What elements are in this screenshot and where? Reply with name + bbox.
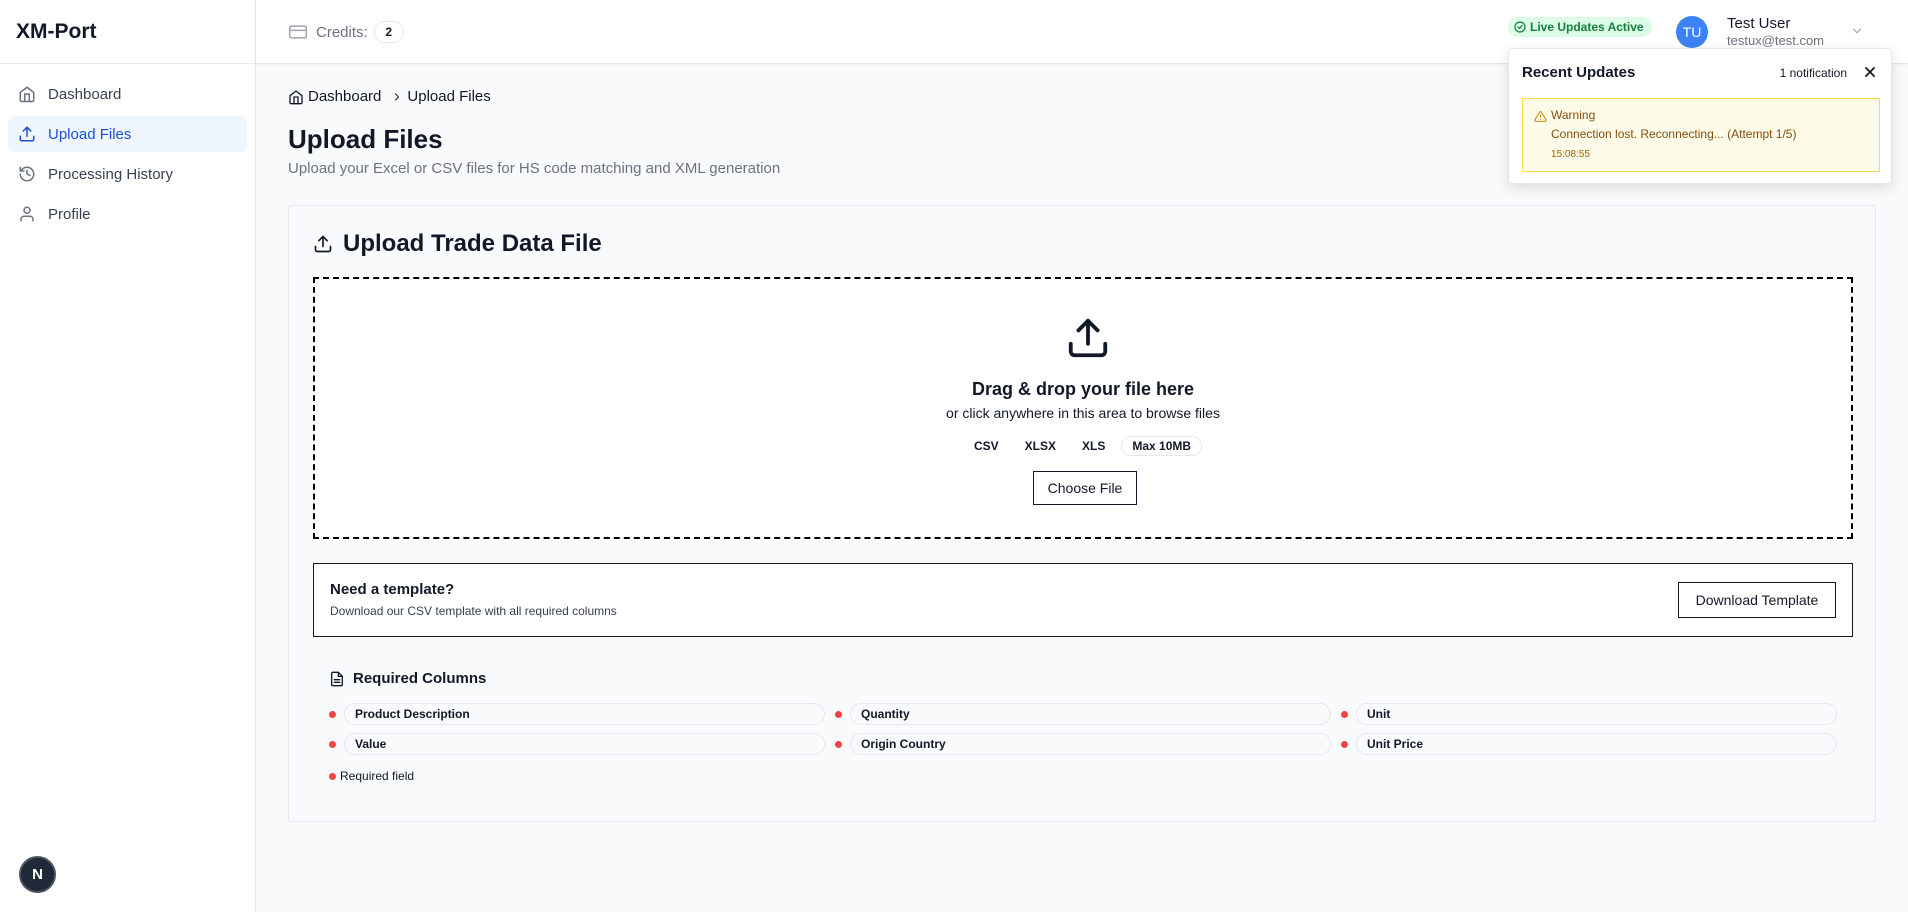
required-column-pill: Unit Price xyxy=(1356,733,1837,755)
sidebar: XM-Port Dashboard Upload Files Processin… xyxy=(0,0,256,912)
notification-message: Connection lost. Reconnecting... (Attemp… xyxy=(1551,127,1797,141)
user-menu[interactable]: Test User testux@test.com xyxy=(1727,15,1824,49)
upload-icon xyxy=(313,234,333,254)
required-column-pill: Product Description xyxy=(344,703,825,725)
credit-card-icon xyxy=(288,22,308,42)
required-dot xyxy=(835,740,842,748)
notification-item-warning[interactable]: Warning Connection lost. Reconnecting...… xyxy=(1522,98,1880,172)
dropzone-subtitle: or click anywhere in this area to browse… xyxy=(946,405,1220,421)
user-icon xyxy=(18,205,36,223)
live-updates-badge: Live Updates Active xyxy=(1508,17,1652,37)
check-circle-icon xyxy=(1514,21,1526,33)
required-dot xyxy=(329,740,336,748)
notifications-panel: Recent Updates 1 notification Warning Co… xyxy=(1508,48,1892,184)
sidebar-item-label: Upload Files xyxy=(48,125,132,143)
required-column-item: Value xyxy=(329,732,825,756)
chevron-down-icon[interactable] xyxy=(1850,24,1864,38)
required-column-item: Unit Price xyxy=(1341,732,1837,756)
credits-display: Credits: 2 xyxy=(288,21,404,43)
warning-icon xyxy=(1534,110,1547,123)
required-columns-list: Product Description Quantity Unit Value … xyxy=(329,702,1837,756)
notifications-title: Recent Updates xyxy=(1522,64,1636,81)
notification-time: 15:08:55 xyxy=(1551,149,1590,160)
required-column-pill: Unit xyxy=(1356,703,1837,725)
template-section: Need a template? Download our CSV templa… xyxy=(313,563,1853,637)
required-column-pill: Origin Country xyxy=(850,733,1331,755)
required-column-item: Origin Country xyxy=(835,732,1331,756)
sidebar-item-profile[interactable]: Profile xyxy=(8,196,247,232)
download-template-button[interactable]: Download Template xyxy=(1678,582,1836,618)
sidebar-item-dashboard[interactable]: Dashboard xyxy=(8,76,247,112)
file-dropzone[interactable]: Drag & drop your file here or click anyw… xyxy=(313,277,1853,539)
required-dot xyxy=(1341,710,1348,718)
choose-file-button[interactable]: Choose File xyxy=(1033,471,1137,505)
file-type-badge: XLSX xyxy=(1024,439,1056,453)
sidebar-item-upload-files[interactable]: Upload Files xyxy=(8,116,247,152)
credits-label: Credits: xyxy=(316,23,368,41)
template-description: Download our CSV template with all requi… xyxy=(330,604,617,618)
avatar[interactable]: TU xyxy=(1676,16,1708,48)
upload-icon xyxy=(1065,315,1111,361)
dropzone-title: Drag & drop your file here xyxy=(971,379,1195,399)
max-size-badge: Max 10MB xyxy=(1121,436,1203,456)
sidebar-item-label: Processing History xyxy=(48,165,174,183)
breadcrumb-home-link[interactable]: Dashboard xyxy=(308,88,381,105)
document-icon xyxy=(329,671,345,687)
app-logo[interactable]: XM-Port xyxy=(0,0,255,64)
file-type-badges: CSV XLSX XLS Max 10MB xyxy=(315,436,1851,456)
required-column-item: Quantity xyxy=(835,702,1331,726)
required-dot xyxy=(329,710,336,718)
required-dot xyxy=(1341,740,1348,748)
required-dot xyxy=(835,710,842,718)
notifications-count: 1 notification xyxy=(1779,66,1847,80)
upload-card-title-text: Upload Trade Data File xyxy=(343,230,602,257)
required-columns-title: Required Columns xyxy=(329,670,486,687)
sidebar-item-label: Dashboard xyxy=(48,85,122,103)
chevron-right-icon xyxy=(391,91,403,103)
history-icon xyxy=(18,165,36,183)
breadcrumb-current: Upload Files xyxy=(407,88,491,105)
home-icon xyxy=(18,85,36,103)
home-icon xyxy=(288,89,304,105)
required-columns-title-text: Required Columns xyxy=(353,670,487,687)
close-icon[interactable] xyxy=(1863,65,1877,79)
file-type-badge: CSV xyxy=(973,439,999,453)
page-title: Upload Files xyxy=(288,124,443,154)
notification-level: Warning xyxy=(1551,108,1596,122)
required-column-pill: Value xyxy=(344,733,825,755)
dev-tools-button[interactable]: N xyxy=(19,856,56,893)
upload-card: Upload Trade Data File Drag & drop your … xyxy=(288,205,1876,822)
sidebar-item-label: Profile xyxy=(48,205,91,223)
sidebar-item-processing-history[interactable]: Processing History xyxy=(8,156,247,192)
file-type-badge: XLS xyxy=(1082,439,1106,453)
required-column-item: Product Description xyxy=(329,702,825,726)
required-column-item: Unit xyxy=(1341,702,1837,726)
upload-card-title: Upload Trade Data File xyxy=(313,230,602,258)
page-subtitle: Upload your Excel or CSV files for HS co… xyxy=(288,160,781,177)
credits-count-badge: 2 xyxy=(373,21,404,43)
user-name: Test User xyxy=(1727,15,1791,32)
live-badge-label: Live Updates Active xyxy=(1530,20,1644,34)
breadcrumb: Dashboard Upload Files xyxy=(288,88,491,105)
required-legend: Required field xyxy=(329,769,414,783)
template-title: Need a template? xyxy=(330,581,455,598)
sidebar-nav: Dashboard Upload Files Processing Histor… xyxy=(0,64,255,248)
user-email: testux@test.com xyxy=(1727,33,1825,48)
required-legend-text: Required field xyxy=(340,769,415,783)
required-column-pill: Quantity xyxy=(850,703,1331,725)
upload-icon xyxy=(18,125,36,143)
required-dot xyxy=(329,772,336,780)
